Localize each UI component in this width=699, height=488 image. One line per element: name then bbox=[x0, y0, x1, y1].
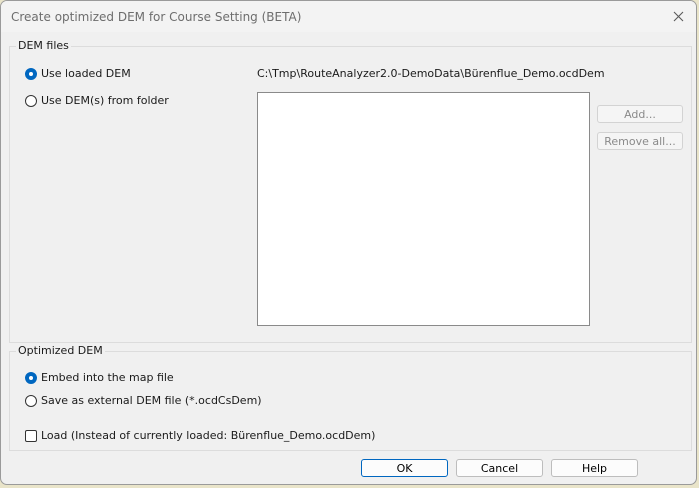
radio-selected-indicator[interactable] bbox=[25, 67, 37, 80]
dem-folder-listbox[interactable] bbox=[257, 92, 590, 326]
checkbox-box[interactable] bbox=[25, 429, 37, 442]
use-dem-from-folder-radio[interactable]: Use DEM(s) from folder bbox=[25, 94, 169, 107]
dem-files-legend: DEM files bbox=[16, 39, 71, 52]
embed-into-map-label: Embed into the map file bbox=[41, 371, 174, 384]
remove-all-button[interactable]: Remove all... bbox=[597, 132, 683, 150]
use-loaded-dem-radio[interactable]: Use loaded DEM bbox=[25, 67, 131, 80]
window-title: Create optimized DEM for Course Setting … bbox=[11, 10, 302, 24]
cancel-button[interactable]: Cancel bbox=[456, 459, 543, 477]
load-dem-checkbox[interactable]: Load (Instead of currently loaded: Büren… bbox=[25, 429, 375, 442]
close-button[interactable] bbox=[668, 6, 690, 28]
help-button[interactable]: Help bbox=[551, 459, 638, 477]
radio-selected-indicator[interactable] bbox=[25, 371, 37, 384]
optimized-dem-legend: Optimized DEM bbox=[16, 344, 105, 357]
dialog-window: Create optimized DEM for Course Setting … bbox=[0, 0, 697, 485]
embed-into-map-radio[interactable]: Embed into the map file bbox=[25, 371, 174, 384]
loaded-dem-path: C:\Tmp\RouteAnalyzer2.0-DemoData\Bürenfl… bbox=[257, 67, 605, 80]
save-external-dem-radio[interactable]: Save as external DEM file (*.ocdCsDem) bbox=[25, 394, 262, 407]
ok-button[interactable]: OK bbox=[361, 459, 448, 477]
save-external-dem-label: Save as external DEM file (*.ocdCsDem) bbox=[41, 394, 262, 407]
use-dem-from-folder-label: Use DEM(s) from folder bbox=[41, 94, 169, 107]
use-loaded-dem-label: Use loaded DEM bbox=[41, 67, 131, 80]
title-bar[interactable]: Create optimized DEM for Course Setting … bbox=[1, 1, 696, 32]
radio-unselected-indicator[interactable] bbox=[25, 394, 37, 407]
radio-unselected-indicator[interactable] bbox=[25, 94, 37, 107]
close-icon bbox=[673, 11, 684, 22]
load-dem-label: Load (Instead of currently loaded: Büren… bbox=[41, 429, 376, 442]
add-button[interactable]: Add... bbox=[597, 105, 683, 123]
